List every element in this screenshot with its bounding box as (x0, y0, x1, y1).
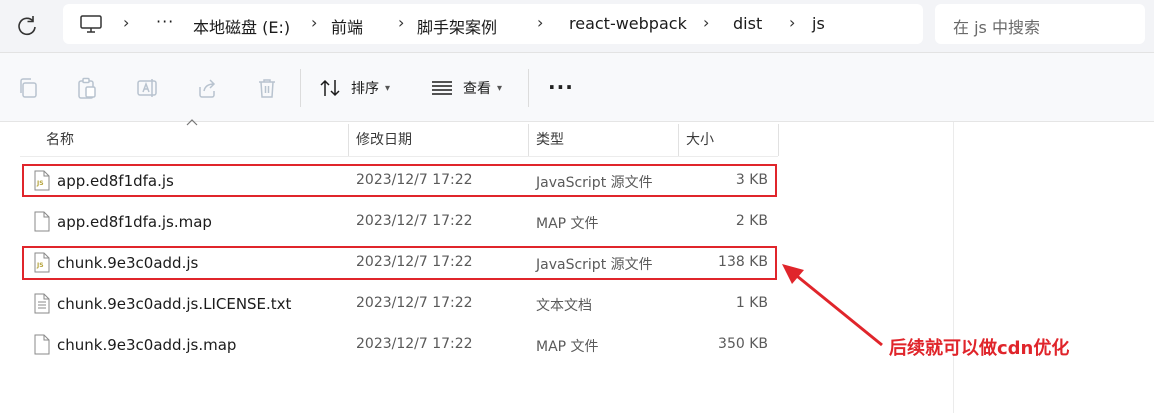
file-size: 350 KB (718, 336, 768, 352)
this-pc-icon[interactable] (80, 15, 102, 33)
breadcrumb-overflow[interactable]: ··· (156, 12, 174, 31)
annotation-arrow-icon (782, 264, 883, 347)
breadcrumb-react-webpack[interactable]: react-webpack (569, 14, 687, 33)
breadcrumb-separator-icon[interactable]: › (311, 13, 317, 32)
blank-file-icon (34, 211, 50, 232)
column-divider[interactable] (348, 124, 349, 156)
path-box[interactable]: › ··· 本地磁盘 (E:) › 前端 › 脚手架案例 › react-web… (63, 4, 923, 44)
file-row[interactable]: chunk.9e3c0add.js.LICENSE.txt 2023/12/7 … (20, 284, 778, 324)
rename-icon[interactable] (136, 77, 158, 99)
view-icon (432, 81, 452, 95)
highlight-box (22, 246, 777, 280)
annotation-note: 后续就可以做cdn优化 (889, 338, 1070, 359)
chevron-down-icon: ▾ (385, 82, 391, 94)
breadcrumb-frontend[interactable]: 前端 (331, 14, 363, 38)
column-header-size[interactable]: 大小 (686, 124, 714, 156)
copy-icon[interactable] (17, 77, 39, 99)
file-row[interactable]: chunk.9e3c0add.js.map 2023/12/7 17:22 MA… (20, 325, 778, 365)
file-date: 2023/12/7 17:22 (356, 295, 473, 311)
view-label: 查看 (463, 81, 491, 97)
view-button[interactable]: 查看 ▾ (431, 75, 502, 101)
pane-divider (953, 122, 954, 413)
breadcrumb-drive-e[interactable]: 本地磁盘 (E:) (193, 14, 290, 38)
breadcrumb-separator-icon[interactable]: › (789, 13, 795, 32)
text-file-icon (34, 293, 50, 314)
breadcrumb-separator-icon[interactable]: › (123, 13, 129, 32)
header-bottom-border (20, 156, 778, 157)
file-size: 2 KB (735, 213, 768, 229)
refresh-icon[interactable] (14, 13, 40, 39)
column-divider[interactable] (678, 124, 679, 156)
file-type: MAP 文件 (536, 339, 599, 355)
breadcrumb-js[interactable]: js (812, 14, 825, 33)
breadcrumb-scaffold-cases[interactable]: 脚手架案例 (417, 14, 497, 38)
address-bar: › ··· 本地磁盘 (E:) › 前端 › 脚手架案例 › react-web… (0, 0, 1154, 53)
column-divider[interactable] (778, 124, 779, 156)
column-header-name[interactable]: 名称 (46, 124, 74, 156)
command-bar: 排序 ▾ 查看 ▾ ··· (0, 53, 1154, 122)
file-name: app.ed8f1dfa.js.map (57, 213, 212, 231)
sort-label: 排序 (351, 81, 379, 97)
sort-ascending-icon (186, 119, 198, 126)
share-icon[interactable] (196, 77, 218, 99)
highlight-box (22, 164, 777, 197)
file-name: chunk.9e3c0add.js.LICENSE.txt (57, 295, 292, 313)
column-header-type[interactable]: 类型 (536, 124, 564, 156)
search-placeholder: 在 js 中搜索 (953, 18, 1040, 37)
breadcrumb-separator-icon[interactable]: › (703, 13, 709, 32)
sort-icon (320, 79, 340, 97)
column-header-date[interactable]: 修改日期 (356, 124, 412, 156)
breadcrumb-separator-icon[interactable]: › (537, 13, 543, 32)
delete-icon[interactable] (256, 77, 278, 99)
more-options-button[interactable]: ··· (548, 75, 574, 99)
file-name: chunk.9e3c0add.js.map (57, 336, 237, 354)
file-row[interactable]: app.ed8f1dfa.js.map 2023/12/7 17:22 MAP … (20, 202, 778, 242)
file-size: 1 KB (735, 295, 768, 311)
paste-icon[interactable] (76, 77, 98, 99)
blank-file-icon (34, 334, 50, 355)
file-type: MAP 文件 (536, 216, 599, 232)
breadcrumb-dist[interactable]: dist (733, 14, 762, 33)
sort-button[interactable]: 排序 ▾ (319, 75, 390, 101)
toolbar-divider (300, 69, 301, 107)
file-date: 2023/12/7 17:22 (356, 213, 473, 229)
toolbar-divider (528, 69, 529, 107)
column-divider[interactable] (528, 124, 529, 156)
chevron-down-icon: ▾ (497, 82, 503, 94)
file-type: 文本文档 (536, 298, 592, 314)
breadcrumb-separator-icon[interactable]: › (398, 13, 404, 32)
file-date: 2023/12/7 17:22 (356, 336, 473, 352)
search-input[interactable]: 在 js 中搜索 (935, 4, 1145, 44)
